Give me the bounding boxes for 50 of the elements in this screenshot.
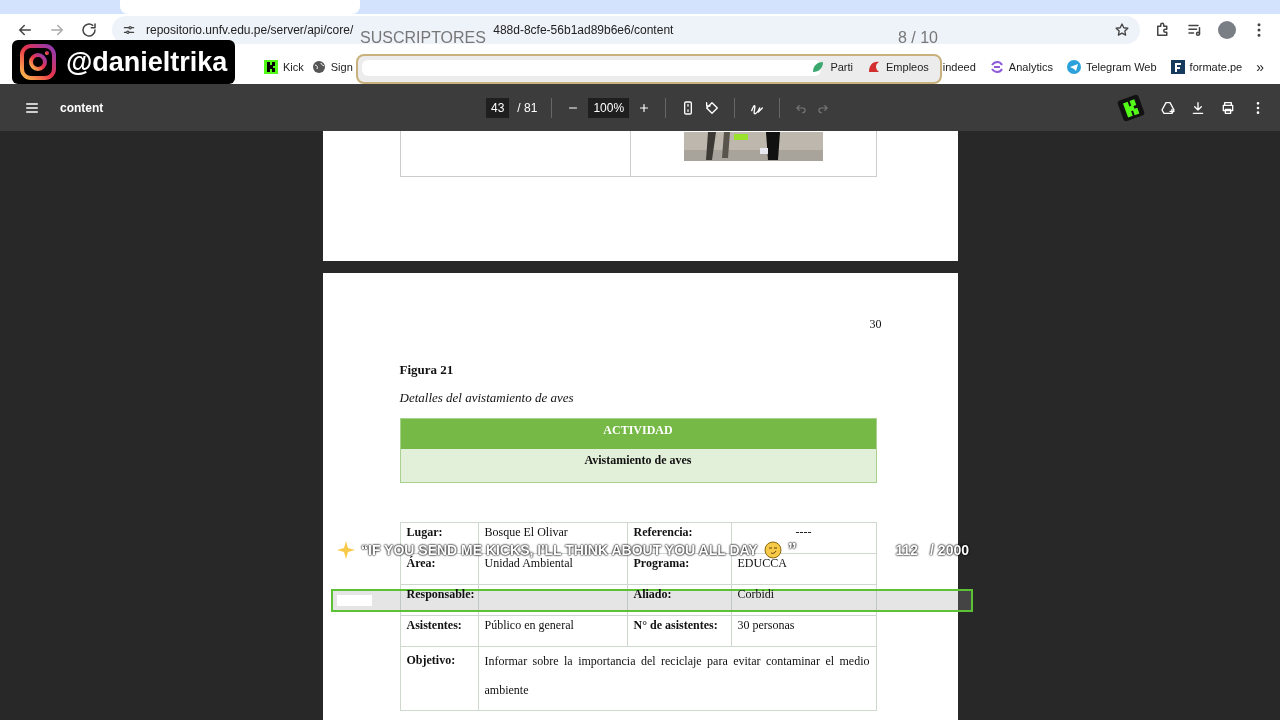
social-handle: @danieltrika bbox=[66, 46, 228, 78]
bookmark-item[interactable]: Sign bbox=[311, 60, 353, 74]
bookmark-item[interactable]: Telegram Web bbox=[1066, 60, 1157, 74]
kick-icon bbox=[264, 60, 278, 74]
sparkle-icon bbox=[337, 541, 355, 559]
activity-name: Avistamiento de aves bbox=[400, 449, 876, 482]
page-total: / 81 bbox=[517, 100, 538, 115]
url-text: repositorio.unfv.edu.pe/server/api/core/ bbox=[146, 23, 354, 37]
bookmark-item[interactable]: Kick bbox=[264, 60, 304, 74]
site-settings-icon[interactable] bbox=[122, 23, 136, 37]
figure-caption: Detalles del avistamiento de aves bbox=[399, 390, 575, 406]
reload-icon[interactable] bbox=[80, 21, 98, 39]
bookmark-item[interactable]: Empleos bbox=[867, 60, 929, 74]
table-cell: Asistentes: bbox=[400, 615, 478, 647]
bookmarks-overflow[interactable]: » bbox=[1256, 59, 1264, 75]
star-icon[interactable] bbox=[1114, 22, 1130, 38]
smirk-emoji-icon bbox=[763, 541, 782, 559]
rotate-icon[interactable] bbox=[704, 99, 721, 116]
table-cell: 30 personas bbox=[731, 615, 876, 647]
profile-avatar[interactable] bbox=[1218, 21, 1236, 39]
leaf-icon bbox=[811, 60, 826, 74]
bookmark-item[interactable]: formate.pe bbox=[1170, 60, 1243, 74]
print-icon[interactable] bbox=[1220, 99, 1236, 116]
objective-label: Objetivo: bbox=[400, 647, 479, 710]
document-title: content bbox=[60, 100, 104, 115]
bookmark-item[interactable]: indeed bbox=[942, 61, 976, 73]
table-cell: Responsable: bbox=[400, 584, 478, 616]
globe-icon bbox=[311, 60, 326, 74]
page-field[interactable]: 43 bbox=[486, 97, 510, 118]
url-text: 488d-8cfe-56b1ad89b6e6/content bbox=[493, 23, 674, 37]
add-to-drive-icon[interactable] bbox=[1160, 99, 1176, 116]
bookmark-logo-icon bbox=[1170, 60, 1185, 74]
page-number: 30 bbox=[868, 317, 882, 332]
table-cell: Público en general bbox=[478, 615, 627, 647]
table-cell: Aliado: bbox=[627, 584, 731, 616]
objective-text: Informar sobre la importancia del reciclaje para evitar contaminar el medio ambiente bbox=[483, 653, 871, 699]
goal-label: SUSCRIPTORES bbox=[360, 29, 486, 47]
table-header: ACTIVIDAD bbox=[400, 419, 876, 449]
zoom-field[interactable]: 100% bbox=[588, 97, 630, 118]
bookmark-item[interactable]: Parti bbox=[811, 60, 853, 74]
goal-count: 8 / 10 bbox=[897, 29, 938, 47]
telegram-icon bbox=[1066, 60, 1081, 74]
instagram-icon bbox=[18, 42, 58, 82]
figure-label: Figura 21 bbox=[399, 362, 455, 378]
goal-count: 112 bbox=[895, 542, 919, 558]
table-cell: Corbidi bbox=[731, 584, 876, 616]
download-icon[interactable] bbox=[1190, 99, 1206, 116]
analytics-icon bbox=[989, 60, 1004, 74]
table-cell: N° de asistentes: bbox=[627, 615, 731, 647]
bookmark-item[interactable]: Analytics bbox=[989, 60, 1053, 74]
